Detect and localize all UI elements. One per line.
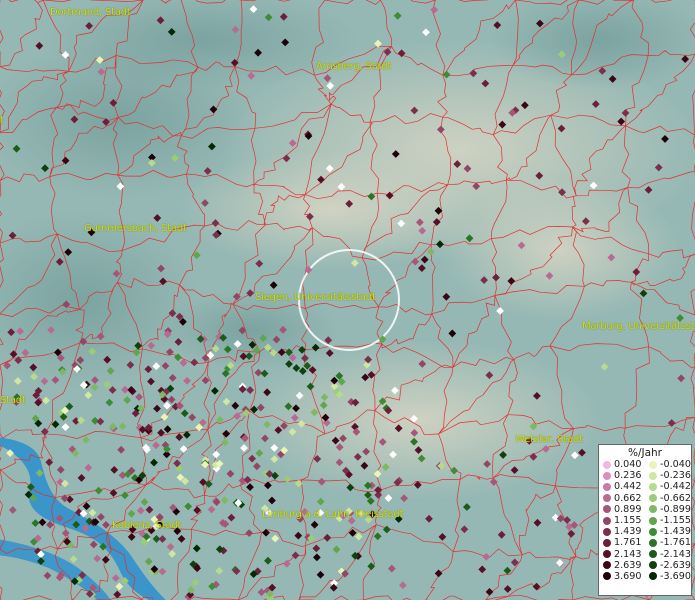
legend-entry: 0.236 [599, 470, 645, 481]
legend-row: 0.040 -0.040 [599, 459, 691, 470]
legend-swatch [603, 505, 611, 514]
legend-value: 0.899 [614, 503, 642, 515]
legend-swatch [603, 516, 611, 525]
legend-entry: -2.143 [645, 549, 691, 560]
legend-entry: 1.155 [599, 515, 645, 526]
legend-entry: -0.442 [645, 481, 691, 492]
city-label-siegen: Siegen, Universitätsstadt [255, 292, 376, 303]
legend-row: 3.690 -3.690 [599, 571, 691, 582]
legend-row: 1.155 -1.155 [599, 515, 691, 526]
legend-swatch [649, 527, 657, 536]
legend-value: 1.761 [614, 537, 642, 549]
legend-value: 0.040 [614, 459, 642, 470]
city-label-limburg: Limburg a.d. Lahn, Kreisstadt [262, 509, 404, 520]
legend-entry: -0.040 [645, 459, 691, 470]
legend-row: 2.143 -2.143 [599, 549, 691, 560]
legend-value: 1.155 [614, 514, 642, 526]
legend-row: 0.442 -0.442 [599, 481, 691, 492]
legend-value: 2.143 [614, 548, 642, 560]
legend-value: 0.662 [614, 492, 642, 504]
legend-swatch [649, 505, 657, 514]
legend-value: 2.639 [614, 559, 642, 571]
legend-entry: 0.899 [599, 504, 645, 515]
legend-swatch [603, 460, 611, 469]
city-label-arnsberg: Arnsberg, Stadt [316, 61, 392, 72]
legend-value: -2.143 [660, 548, 691, 560]
legend-value: -0.236 [660, 470, 691, 482]
legend-entry: -0.236 [645, 470, 691, 481]
legend-swatch [649, 561, 657, 570]
legend-value: -0.899 [660, 503, 691, 515]
city-label-edge: t [0, 115, 4, 126]
legend-value: -1.439 [660, 526, 691, 538]
legend-value: -0.662 [660, 492, 691, 504]
legend-value: -2.639 [660, 559, 691, 571]
legend-value: 0.442 [614, 481, 642, 493]
legend-swatch [649, 516, 657, 525]
legend-swatch [649, 494, 657, 503]
legend-swatch [649, 482, 657, 491]
city-label-stadt-west: Stadt [0, 395, 26, 406]
legend-value: 1.439 [614, 526, 642, 538]
legend-entry: 2.143 [599, 549, 645, 560]
city-label-koblenz: Koblenz, Stadt [112, 520, 182, 531]
legend-swatch [649, 538, 657, 547]
legend-swatch [603, 527, 611, 536]
legend-entry: -3.690 [645, 571, 691, 582]
legend-entry: 3.690 [599, 571, 645, 582]
legend-value: -1.155 [660, 514, 691, 526]
legend-value: 0.236 [614, 470, 642, 482]
legend-row: 0.662 -0.662 [599, 493, 691, 504]
legend-swatch [603, 538, 611, 547]
legend-entry: 2.639 [599, 560, 645, 571]
legend-swatch [603, 572, 611, 581]
legend-entry: 0.442 [599, 481, 645, 492]
city-label-gummersbach: Gummersbach, Stadt [84, 223, 187, 234]
city-label-wetzlar: Wetzlar, Stadt [515, 434, 583, 445]
legend-value: 3.690 [614, 570, 642, 582]
legend-swatch [603, 471, 611, 480]
legend-swatch [649, 572, 657, 581]
legend-entry: -0.899 [645, 504, 691, 515]
legend-entry: 0.040 [599, 459, 645, 470]
legend-entry: -1.155 [645, 515, 691, 526]
legend-swatch [603, 494, 611, 503]
legend-swatch [649, 460, 657, 469]
legend-row: 0.236 -0.236 [599, 470, 691, 481]
legend-rows: 0.040 -0.040 0.236 -0.236 0.442 -0.442 0.662 -0… [599, 459, 691, 582]
legend-row: 1.761 -1.761 [599, 537, 691, 548]
legend-swatch [649, 471, 657, 480]
legend-row: 2.639 -2.639 [599, 560, 691, 571]
legend-entry: -0.662 [645, 493, 691, 504]
legend-swatch [603, 561, 611, 570]
legend-entry: -1.761 [645, 537, 691, 548]
city-label-marburg: Marburg, Universitätsstadt [582, 321, 695, 332]
legend-swatch [603, 550, 611, 559]
map-legend: %/Jahr 0.040 -0.040 0.236 -0.236 0.442 -0.442… [598, 444, 692, 596]
legend-value: -0.040 [660, 459, 691, 470]
legend-value: -0.442 [660, 481, 691, 493]
legend-row: 1.439 -1.439 [599, 526, 691, 537]
city-label-dortmund: Dortmund, Stadt [50, 7, 131, 18]
legend-value: -1.761 [660, 537, 691, 549]
legend-entry: 0.662 [599, 493, 645, 504]
legend-entry: 1.439 [599, 526, 645, 537]
legend-row: 0.899 -0.899 [599, 504, 691, 515]
legend-swatch [603, 482, 611, 491]
legend-entry: 1.761 [599, 537, 645, 548]
legend-swatch [649, 550, 657, 559]
legend-title: %/Jahr [627, 447, 663, 459]
legend-value: -3.690 [660, 570, 691, 582]
legend-entry: -1.439 [645, 526, 691, 537]
legend-entry: -2.639 [645, 560, 691, 571]
